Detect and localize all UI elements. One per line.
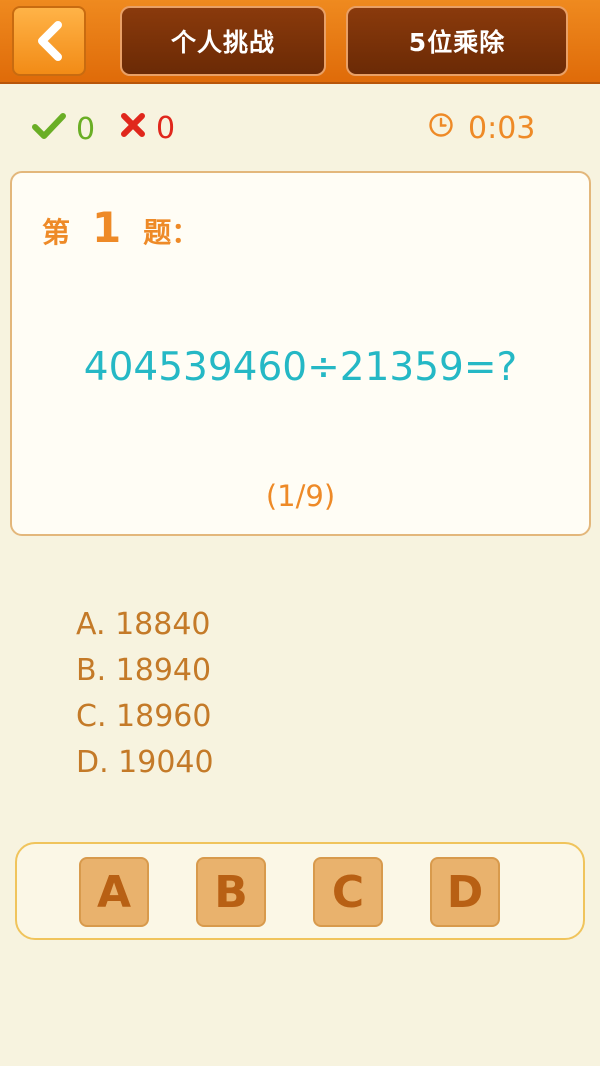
top-bar: 个人挑战 5位乘除: [0, 0, 600, 84]
question-suffix: 题：: [143, 216, 200, 249]
level-title-button[interactable]: 5位乘除: [346, 6, 568, 76]
question-prefix: 第: [42, 216, 71, 249]
answer-d-button[interactable]: D: [430, 857, 500, 927]
question-header: 第 1 题：: [42, 203, 199, 252]
mode-title-button[interactable]: 个人挑战: [120, 6, 326, 76]
question-number: 1: [92, 203, 122, 252]
answer-a-button[interactable]: A: [79, 857, 149, 927]
cross-icon: [120, 112, 156, 146]
option-d: D. 19040: [76, 745, 214, 780]
option-b: B. 18940: [76, 653, 212, 688]
chevron-left-icon: [32, 21, 66, 61]
correct-score: 0: [32, 112, 95, 148]
option-a: A. 18840: [76, 607, 211, 642]
timer-value: 0:03: [468, 111, 536, 146]
question-progress: (1/9): [265, 479, 336, 513]
wrong-score: 0: [120, 112, 175, 146]
answer-panel: A B C D: [15, 842, 585, 940]
wrong-count: 0: [156, 111, 176, 146]
answer-b-button[interactable]: B: [196, 857, 266, 927]
clock-icon: [428, 112, 468, 146]
option-c: C. 18960: [76, 699, 212, 734]
answer-c-button[interactable]: C: [313, 857, 383, 927]
back-button[interactable]: [12, 6, 86, 76]
question-expression: 404539460÷21359=?: [83, 345, 518, 390]
correct-count: 0: [76, 112, 96, 147]
check-icon: [32, 112, 76, 148]
status-row: 0 0 0:03: [0, 104, 600, 154]
question-card: 第 1 题： 404539460÷21359=? (1/9): [10, 171, 591, 536]
options-list: A. 18840 B. 18940 C. 18960 D. 19040: [76, 602, 214, 786]
timer: 0:03: [428, 112, 535, 146]
